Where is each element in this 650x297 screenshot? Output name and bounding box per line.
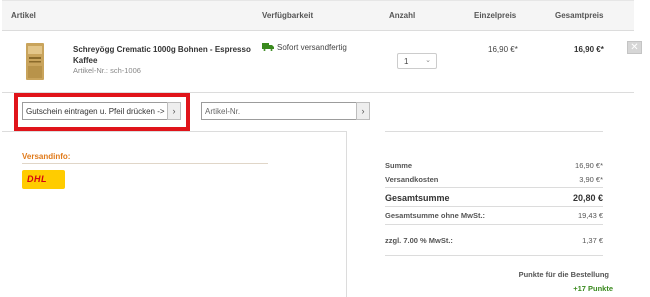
header-total-price: Gesamtpreis — [555, 11, 604, 20]
summary-sum-label: Summe — [385, 161, 413, 170]
header-availability: Verfügbarkeit — [262, 11, 314, 20]
summary-shipping-value: 3,90 €* — [579, 175, 603, 184]
cart-table-header: Artikel Verfügbarkeit Anzahl Einzelpreis… — [2, 0, 634, 31]
product-number: Artikel-Nr.: sch-1006 — [73, 66, 141, 75]
header-unit-price: Einzelpreis — [474, 11, 517, 20]
divider — [385, 187, 603, 188]
product-thumbnail[interactable] — [24, 41, 46, 81]
summary-shipping-label: Versandkosten — [385, 175, 439, 184]
dhl-logo: DHL — [22, 170, 65, 189]
voucher-submit-button[interactable]: › — [167, 102, 181, 120]
arrow-right-icon: › — [172, 106, 176, 116]
header-article: Artikel — [11, 11, 36, 20]
shipping-info-title: Versandinfo: — [22, 152, 71, 161]
total-price: 16,90 €* — [574, 45, 604, 54]
summary-grand-total-value: 20,80 € — [572, 193, 603, 203]
cart-item-row: Schreyögg Crematic 1000g Bohnen - Espres… — [2, 31, 642, 93]
summary-grand-total-label: Gesamtsumme — [385, 193, 450, 203]
product-name-link[interactable]: Schreyögg Crematic 1000g Bohnen - Espres… — [73, 44, 258, 66]
divider — [385, 206, 603, 207]
points-label: Punkte für die Bestellung — [518, 270, 609, 279]
remove-item-button[interactable]: ✕ — [627, 41, 642, 54]
arrow-right-icon: › — [361, 106, 365, 116]
summary-tax-label: zzgl. 7.00 % MwSt.: — [385, 236, 453, 245]
summary-tax-value: 1,37 € — [582, 236, 603, 245]
summary-sum-value: 16,90 €* — [575, 161, 603, 170]
quantity-select[interactable]: 1 ⌄ — [397, 53, 437, 69]
chevron-down-icon: ⌄ — [425, 57, 431, 64]
divider — [22, 163, 268, 164]
divider — [385, 255, 603, 256]
dhl-logo-text: DHL — [27, 174, 47, 184]
quantity-value: 1 — [404, 57, 409, 66]
points-value: +17 Punkte — [573, 284, 613, 293]
summary-net-label: Gesamtsumme ohne MwSt.: — [385, 211, 486, 220]
header-quantity: Anzahl — [389, 11, 416, 20]
availability-status: Sofort versandfertig — [277, 43, 347, 52]
divider — [385, 224, 603, 225]
article-number-input[interactable]: Artikel-Nr. — [201, 102, 357, 120]
divider — [385, 131, 603, 132]
voucher-input[interactable]: Gutschein eintragen u. Pfeil drücken -> — [22, 102, 168, 120]
summary-net-value: 19,43 € — [577, 211, 603, 220]
close-icon: ✕ — [630, 42, 639, 53]
article-add-button[interactable]: › — [356, 102, 370, 120]
cart-page: Artikel Verfügbarkeit Anzahl Einzelpreis… — [0, 0, 650, 297]
truck-icon — [262, 43, 274, 51]
unit-price: 16,90 €* — [488, 45, 518, 54]
